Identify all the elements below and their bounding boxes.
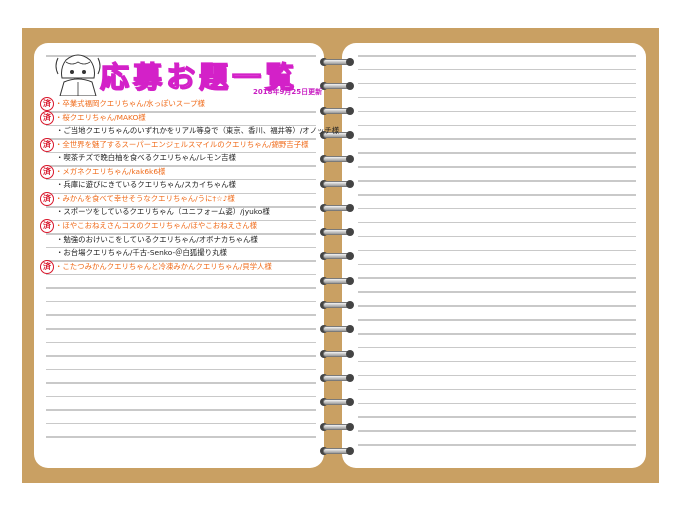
ruled-line (46, 273, 316, 276)
ruled-line (46, 368, 316, 371)
binder-ring-icon (318, 445, 356, 457)
ruled-line (358, 110, 636, 113)
ruled-line (358, 152, 636, 154)
completed-stamp-icon: 済 (40, 191, 54, 206)
ruled-line (358, 388, 636, 391)
binder-ring-icon (318, 323, 356, 335)
completed-stamp-icon: 済 (40, 259, 54, 274)
ruled-line (46, 422, 316, 425)
binder-ring-icon (318, 372, 356, 384)
list-item: ・桜クエリちゃん/MAKO様 (55, 112, 146, 122)
ruled-line (358, 444, 636, 446)
binder-ring-icon (318, 250, 356, 262)
list-item: ・全世界を魅了するスーパーエンジェルスマイルのクエリちゃん/錦野吉子様 (55, 139, 309, 149)
binder-ring-icon (318, 421, 356, 433)
ruled-line (358, 124, 636, 126)
ruled-line (358, 277, 636, 279)
ruled-line (358, 319, 636, 321)
binder-ring-icon (318, 153, 356, 165)
ruled-line (358, 180, 636, 182)
ruled-line (358, 166, 636, 168)
ruled-line (358, 333, 636, 335)
ruled-line (358, 360, 636, 363)
binder-ring-icon (318, 275, 356, 287)
ruled-line (358, 305, 636, 307)
binder-rings (318, 0, 358, 510)
list-item: ・メガネクエリちゃん/kak6k6様 (55, 166, 166, 176)
ruled-line (358, 96, 636, 99)
page-title: 応募お題一覧 (99, 59, 299, 94)
binder-ring-icon (318, 80, 356, 92)
right-page (342, 43, 646, 468)
ruled-line (46, 355, 316, 357)
list-item: ・ほやこおねえさんコスのクエリちゃん/ほやこおねえさん様 (55, 220, 258, 230)
ruled-line (46, 341, 316, 344)
binder-ring-icon (318, 56, 356, 68)
ruled-line (358, 291, 636, 293)
ruled-line (358, 374, 636, 377)
ruled-line (358, 263, 636, 265)
completed-stamp-icon: 済 (40, 137, 54, 152)
list-item: ・みかんを食べて幸せそうなクエリちゃん/うに†☆♪様 (55, 193, 235, 203)
ruled-line (358, 138, 636, 140)
ruled-line (46, 395, 316, 398)
binder-ring-icon (318, 226, 356, 238)
binder-ring-icon (318, 202, 356, 214)
ruled-line (46, 300, 316, 303)
list-item: ・卒業式福岡クエリちゃん/水っぽいスープ様 (55, 99, 205, 108)
list-item: ・勉強のおけいこをしているクエリちゃん/オボナカちゃん様 (56, 234, 258, 244)
ruled-line (46, 382, 316, 384)
completed-stamp-icon: 済 (40, 218, 54, 233)
ruled-line (358, 68, 636, 71)
list-item: ・兵庫に遊びにきているクエリちゃん/スカイちゃん様 (56, 180, 236, 190)
binder-ring-icon (318, 178, 356, 190)
ruled-line (358, 82, 636, 85)
binder-ring-icon (318, 348, 356, 360)
ruled-line (358, 207, 636, 210)
completed-stamp-icon: 済 (40, 110, 54, 125)
ruled-line (358, 194, 636, 196)
binder-ring-icon (318, 105, 356, 117)
binder-ring-icon (318, 299, 356, 311)
list-item: ・お台場クエリちゃん/千古-Senko-＠白狐撮り丸様 (56, 248, 227, 258)
list-item: ・スポーツをしているクエリちゃん（ユニフォーム姿）/jyuko様 (56, 207, 270, 217)
girl-mascot-icon (55, 54, 101, 96)
ruled-line (46, 328, 316, 330)
ruled-line (358, 402, 636, 404)
ruled-line (358, 416, 636, 418)
ruled-line (46, 287, 316, 289)
list-item: ・喫茶チズで晩白柚を食べるクエリちゃん/レモン吉様 (56, 153, 236, 163)
list-item: ・ご当地クエリちゃんのいずれかをリアル等身で（東京、香川、福井等）/オノッチ様 (56, 126, 340, 136)
ruled-line (358, 221, 636, 224)
ruled-line (358, 235, 636, 238)
binder-ring-icon (318, 396, 356, 408)
list-item: ・こたつみかんクエリちゃんと冷凍みかんクエリちゃん/貝学人様 (55, 261, 272, 271)
ruled-line (46, 314, 316, 316)
ruled-line (358, 55, 636, 57)
completed-stamp-icon: 済 (40, 97, 54, 111)
ruled-line (46, 436, 316, 438)
ruled-line (358, 249, 636, 252)
ruled-line (358, 430, 636, 432)
ruled-line (46, 409, 316, 411)
updated-date: 2018年9月25日更新 (253, 88, 323, 96)
completed-stamp-icon: 済 (40, 164, 54, 179)
ruled-line (358, 346, 636, 349)
